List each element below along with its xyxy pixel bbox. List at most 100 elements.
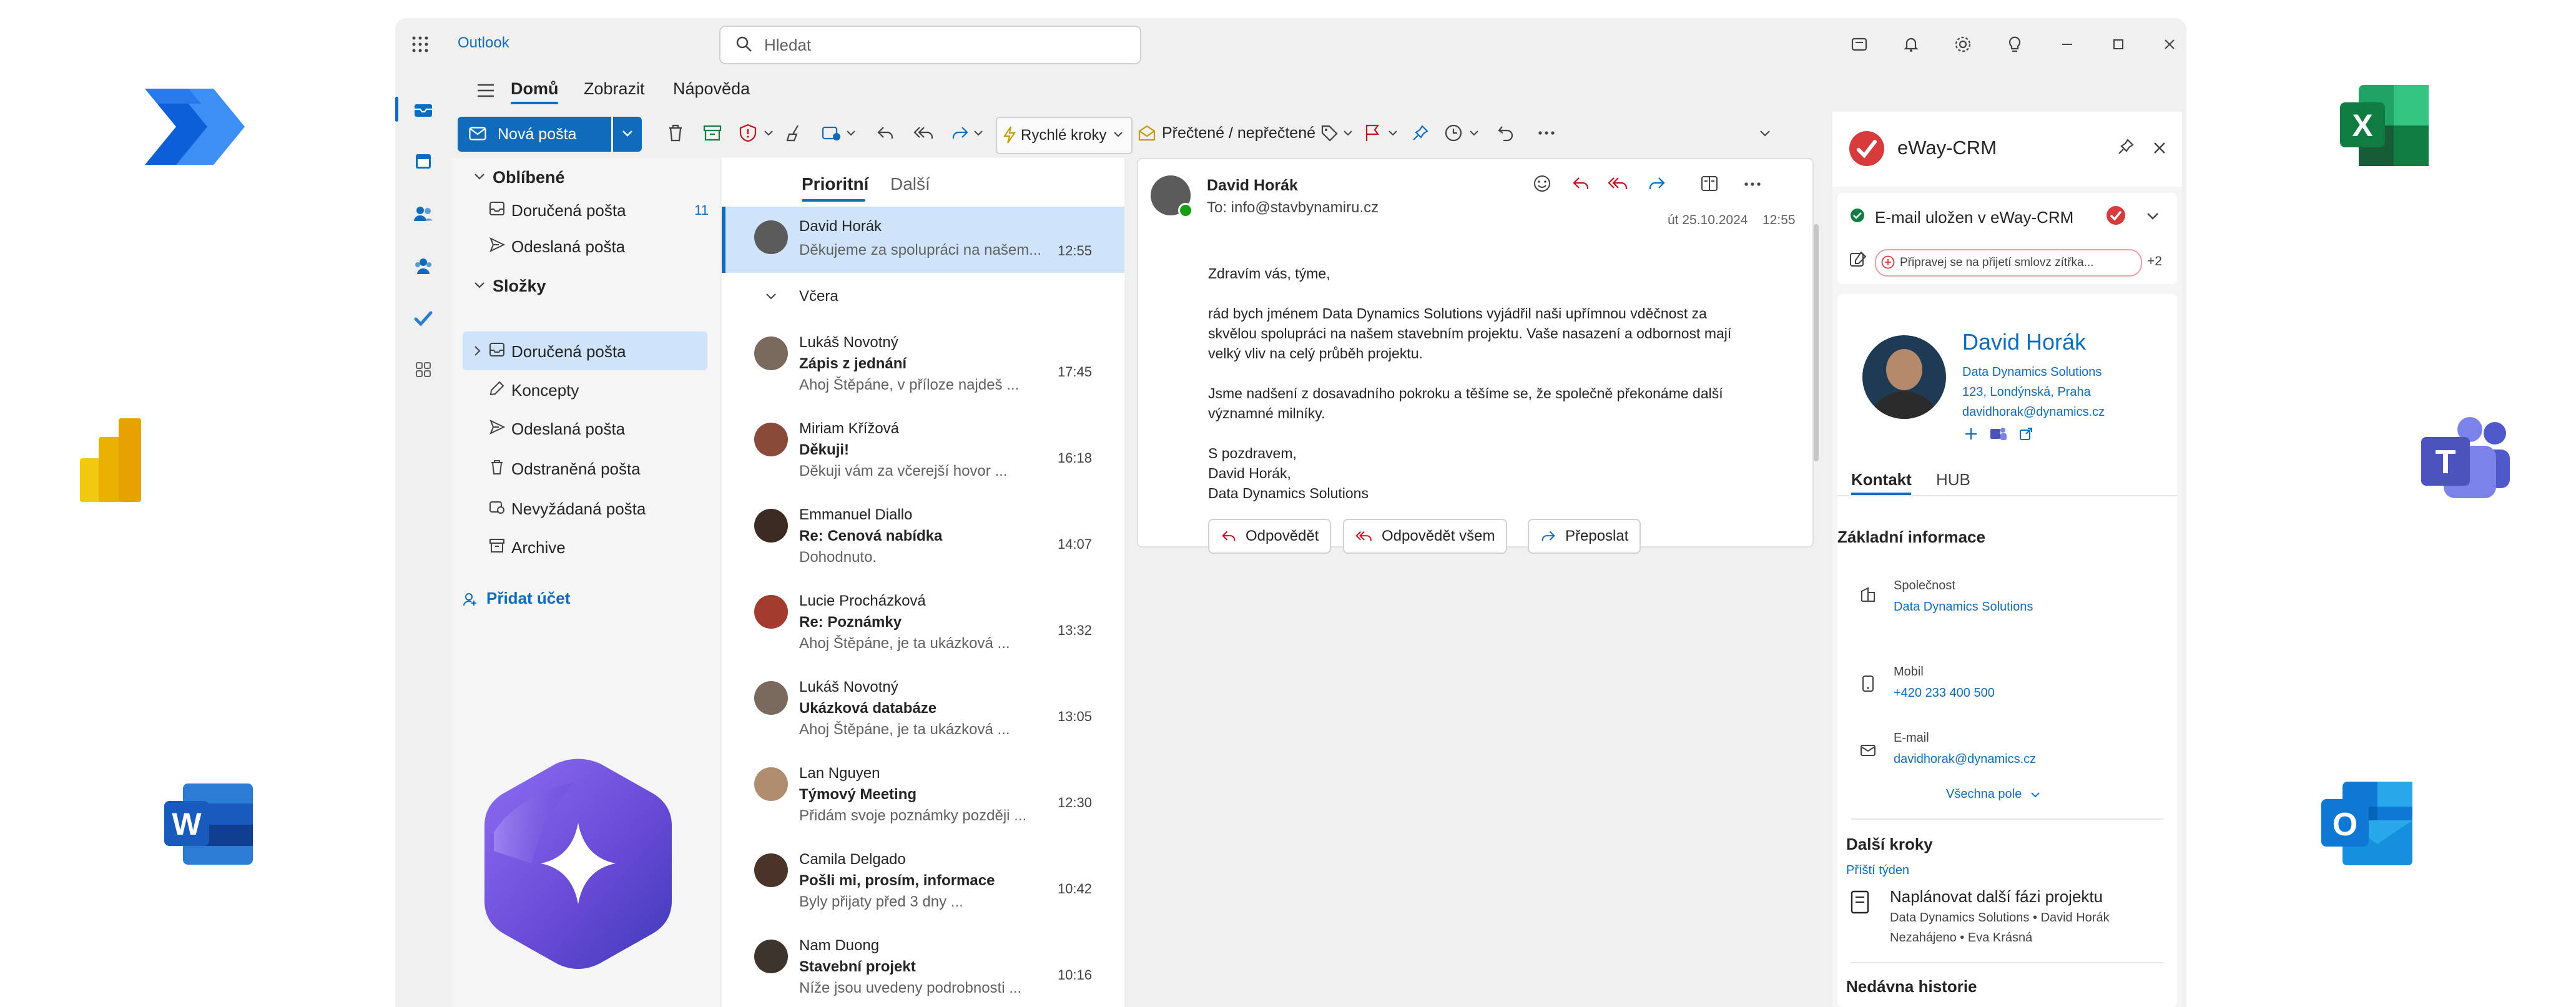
snooze-icon[interactable] xyxy=(1444,117,1463,149)
list-item[interactable]: Emmanuel Diallo Re: Cenová nabídka Dohod… xyxy=(722,494,1124,581)
immersive-reader-icon[interactable] xyxy=(1700,174,1719,193)
close-panel-icon[interactable] xyxy=(2152,140,2167,155)
folder-archive[interactable]: Archive xyxy=(451,528,720,566)
reminder-more-count[interactable]: +2 xyxy=(2147,254,2162,269)
move-dropdown-icon[interactable] xyxy=(846,117,856,149)
quick-steps-button[interactable]: Rychlé kroky xyxy=(996,117,1133,154)
reply-all-icon[interactable] xyxy=(1608,175,1629,192)
favorites-chevron-icon[interactable] xyxy=(474,173,485,180)
forward-icon[interactable] xyxy=(951,117,970,149)
tab-help[interactable]: Nápověda xyxy=(673,79,750,99)
new-mail-button[interactable]: Nová pošta xyxy=(458,117,611,152)
reply-icon[interactable] xyxy=(1571,175,1590,192)
contact-company[interactable]: Data Dynamics Solutions xyxy=(1962,365,2102,380)
add-account-link[interactable]: Přidat účet xyxy=(463,589,570,608)
flag-dropdown-icon[interactable] xyxy=(1388,117,1398,149)
reminder-chip[interactable]: Připravej se na přijetí smlovz zítřka... xyxy=(1875,249,2142,277)
favorite-inbox[interactable]: Doručená pošta 11 xyxy=(451,190,720,229)
expand-chevron-icon[interactable] xyxy=(2146,212,2160,220)
reply-all-icon[interactable] xyxy=(913,117,935,149)
flag-icon[interactable] xyxy=(1364,117,1380,149)
sender-name[interactable]: David Horák xyxy=(1207,177,1298,195)
message-more-icon[interactable] xyxy=(1744,182,1761,187)
all-fields-link[interactable]: Všechna pole xyxy=(1946,787,2040,802)
forward-dropdown-icon[interactable] xyxy=(973,117,983,149)
favorites-header[interactable]: Oblíbené xyxy=(493,168,565,187)
mail-rail-icon[interactable] xyxy=(409,96,438,124)
tab-other[interactable]: Další xyxy=(890,174,930,194)
field-mobile-value[interactable]: +420 233 400 500 xyxy=(1894,686,1995,700)
chevron-right-icon[interactable] xyxy=(474,345,481,356)
reply-all-button[interactable]: Odpovědět všem xyxy=(1343,519,1508,554)
lightbulb-icon[interactable] xyxy=(2002,32,2027,57)
new-mail-dropdown[interactable] xyxy=(613,117,642,152)
tab-contact[interactable]: Kontakt xyxy=(1851,470,1912,489)
folders-header[interactable]: Složky xyxy=(493,277,546,296)
app-launcher-icon[interactable] xyxy=(408,32,433,57)
folder-junk[interactable]: Nevyžádaná pošta xyxy=(451,489,720,528)
folder-drafts[interactable]: Koncepty xyxy=(451,370,720,409)
group-header-yesterday[interactable]: Včera xyxy=(722,273,1124,323)
more-apps-rail-icon[interactable] xyxy=(409,355,438,384)
tab-view[interactable]: Zobrazit xyxy=(584,79,645,99)
gear-icon[interactable] xyxy=(1950,32,1975,57)
close-icon[interactable] xyxy=(2157,32,2182,57)
groups-rail-icon[interactable] xyxy=(409,252,438,280)
tab-focused[interactable]: Prioritní xyxy=(802,174,868,194)
forward-icon[interactable] xyxy=(1648,175,1666,192)
list-item[interactable]: Nam Duong Stavební projekt Níže jsou uve… xyxy=(722,925,1124,1007)
add-task-icon[interactable] xyxy=(1849,250,1867,269)
more-options-icon[interactable] xyxy=(1538,117,1555,149)
ribbon-collapse-icon[interactable] xyxy=(1759,117,1771,149)
tab-home[interactable]: Domů xyxy=(511,79,559,99)
reading-scrollbar[interactable] xyxy=(1814,224,1819,461)
list-item[interactable]: Camila Delgado Pošli mi, prosím, informa… xyxy=(722,838,1124,926)
list-item[interactable]: David Horák Děkujeme za spolupráci na na… xyxy=(722,207,1124,273)
undo-icon[interactable] xyxy=(1497,117,1515,149)
hamburger-menu-icon[interactable] xyxy=(476,83,495,98)
snooze-dropdown-icon[interactable] xyxy=(1469,117,1479,149)
calendar-rail-icon[interactable] xyxy=(409,147,438,175)
task-title[interactable]: Naplánovat další fázi projektu xyxy=(1890,887,2103,906)
folder-deleted[interactable]: Odstraněná pošta xyxy=(451,449,720,488)
tab-hub[interactable]: HUB xyxy=(1936,470,1970,489)
maximize-icon[interactable] xyxy=(2106,32,2131,57)
folder-inbox[interactable]: Doručená pošta xyxy=(451,332,720,370)
tag-icon[interactable] xyxy=(1320,117,1338,149)
teams-chat-icon[interactable] xyxy=(1990,426,2007,441)
reply-icon[interactable] xyxy=(876,117,895,149)
search-box[interactable]: Hledat xyxy=(719,26,1141,64)
report-icon[interactable] xyxy=(739,117,757,149)
pin-panel-icon[interactable] xyxy=(2117,138,2135,155)
move-to-icon[interactable] xyxy=(822,117,842,149)
reply-button[interactable]: Odpovědět xyxy=(1208,519,1332,554)
search-input[interactable]: Hledat xyxy=(764,36,811,55)
my-day-icon[interactable] xyxy=(1847,32,1872,57)
minimize-icon[interactable] xyxy=(2055,32,2080,57)
list-item[interactable]: Miriam Křížová Děkuji! Děkuji vám za vče… xyxy=(722,408,1124,495)
list-item[interactable]: Lan Nguyen Týmový Meeting Přidám svoje p… xyxy=(722,752,1124,840)
forward-button[interactable]: Přeposlat xyxy=(1528,519,1641,554)
folder-sent[interactable]: Odeslaná pošta xyxy=(451,409,720,448)
emoji-react-icon[interactable] xyxy=(1533,174,1551,193)
add-icon[interactable] xyxy=(1964,426,1979,441)
pin-icon[interactable] xyxy=(1412,117,1429,149)
archive-icon[interactable] xyxy=(703,117,722,149)
report-dropdown-icon[interactable] xyxy=(764,117,774,149)
folders-chevron-icon[interactable] xyxy=(474,282,485,289)
share-icon[interactable] xyxy=(2018,426,2033,441)
list-item[interactable]: Lukáš Novotný Ukázková databáze Ahoj Ště… xyxy=(722,666,1124,754)
todo-rail-icon[interactable] xyxy=(409,304,438,333)
field-company-value[interactable]: Data Dynamics Solutions xyxy=(1894,600,2033,614)
contact-email[interactable]: davidhorak@dynamics.cz xyxy=(1962,405,2105,420)
read-unread-button[interactable]: Přečtené / nepřečtené xyxy=(1138,117,1315,149)
bell-icon[interactable] xyxy=(1899,32,1924,57)
tag-dropdown-icon[interactable] xyxy=(1343,117,1353,149)
people-rail-icon[interactable] xyxy=(409,199,438,228)
contact-name[interactable]: David Horák xyxy=(1962,329,2086,355)
field-email-value[interactable]: davidhorak@dynamics.cz xyxy=(1894,752,2036,767)
favorite-sent[interactable]: Odeslaná pošta xyxy=(451,227,720,265)
delete-icon[interactable] xyxy=(667,117,684,149)
sweep-icon[interactable] xyxy=(785,117,804,149)
list-item[interactable]: Lukáš Novotný Zápis z jednání Ahoj Štěpá… xyxy=(722,322,1124,409)
